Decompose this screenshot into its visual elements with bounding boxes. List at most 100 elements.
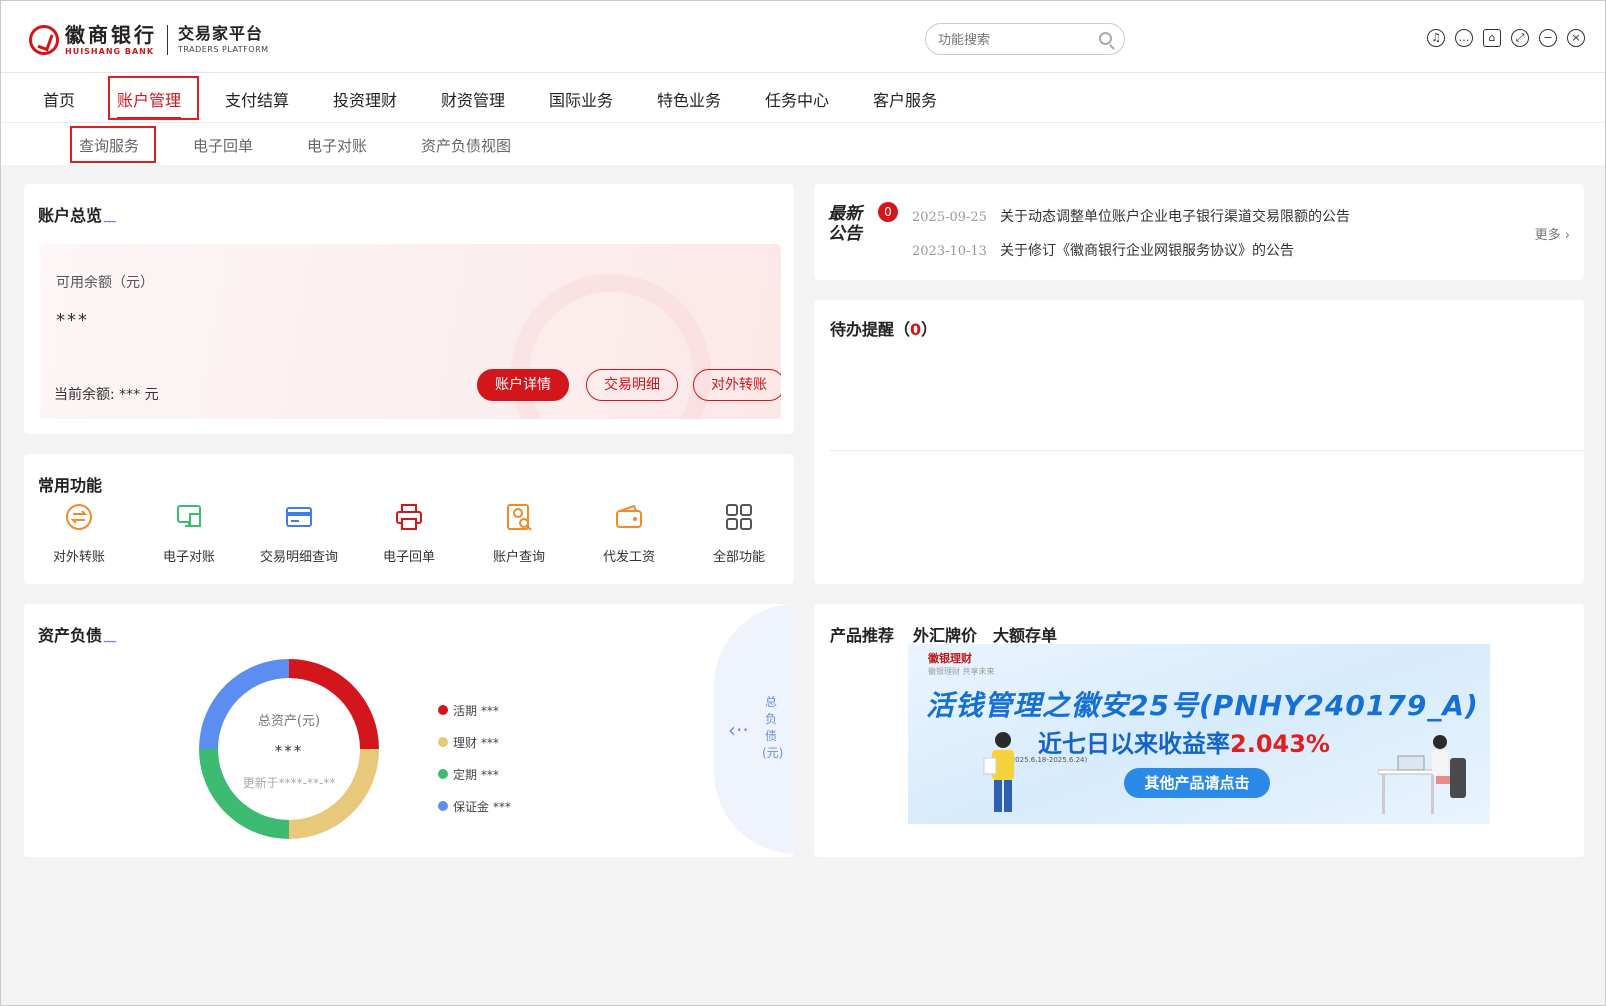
- account-detail-button[interactable]: 账户详情: [477, 369, 569, 401]
- announcement-date: 2025-09-25: [912, 210, 987, 225]
- expand-icon[interactable]: ⤢: [1511, 29, 1529, 47]
- todo-title-text: 待办提醒（: [830, 320, 911, 339]
- func-e-reconciliation[interactable]: 电子对账: [134, 502, 244, 565]
- nav-customer-service[interactable]: 客户服务: [873, 87, 937, 111]
- banner-brand-sub: 徽银理财 共享未来: [928, 667, 995, 676]
- announcement-date: 2023-10-13: [912, 244, 987, 259]
- donut-center: 总资产(元) *** 更新于****-**-**: [194, 654, 384, 844]
- banner-rate: 2.043%: [1230, 730, 1330, 758]
- nav-highlight-box: [108, 76, 199, 120]
- legend-label: 定期 ***: [453, 767, 499, 782]
- logo-divider: [167, 25, 168, 55]
- func-all-functions[interactable]: 全部功能: [684, 502, 794, 565]
- product-banner[interactable]: 徽银理财 徽银理财 共享未来 活钱管理之徽安25号(PNHY240179_A) …: [908, 644, 1490, 824]
- platform-name-en: TRADERS PLATFORM: [178, 45, 269, 54]
- grid-icon: [726, 504, 752, 530]
- headset-icon[interactable]: ♫: [1427, 29, 1445, 47]
- header: 徽商银行 HUISHANG BANK 交易家平台 TRADERS PLATFOR…: [1, 1, 1605, 73]
- transfer-icon: [66, 504, 92, 530]
- func-payroll[interactable]: 代发工资: [574, 502, 684, 565]
- chevron-left-icon[interactable]: ‹··: [728, 718, 749, 742]
- banner-subline-text: 近七日以来收益率: [1038, 730, 1230, 758]
- announcement-item[interactable]: 2025-09-25 关于动态调整单位账户企业电子银行渠道交易限额的公告: [912, 206, 1350, 226]
- wave-icon: ﹏: [104, 630, 117, 644]
- announcement-title: 关于动态调整单位账户企业电子银行渠道交易限额的公告: [1000, 209, 1350, 225]
- todo-card: 待办提醒（0）: [814, 300, 1584, 584]
- product-card: 产品推荐 外汇牌价 大额存单 徽银理财 徽银理财 共享未来 活钱管理之徽安25号…: [814, 604, 1584, 857]
- func-label: 代发工资: [602, 550, 655, 565]
- available-balance-value: ***: [56, 310, 89, 331]
- tab-product-recommend[interactable]: 产品推荐: [830, 622, 894, 646]
- nav-featured[interactable]: 特色业务: [657, 87, 721, 111]
- todo-title: 待办提醒（0）: [830, 316, 937, 340]
- search-icon[interactable]: [1099, 32, 1112, 45]
- func-external-transfer[interactable]: 对外转账: [24, 502, 134, 565]
- func-transaction-query[interactable]: 交易明细查询: [244, 502, 354, 565]
- app-window: 徽商银行 HUISHANG BANK 交易家平台 TRADERS PLATFOR…: [0, 0, 1606, 1006]
- nav-task-center[interactable]: 任务中心: [765, 87, 829, 111]
- wallet-icon: [616, 504, 642, 528]
- legend-label: 活期 ***: [453, 703, 499, 718]
- func-account-query[interactable]: 账户查询: [464, 502, 574, 565]
- nav-home[interactable]: 首页: [43, 87, 75, 111]
- function-search[interactable]: [925, 23, 1125, 55]
- reconcile-icon: [177, 505, 201, 527]
- nav-investment[interactable]: 投资理财: [333, 87, 397, 111]
- legend-wealth: 理财 ***: [438, 726, 511, 758]
- assets-liabilities-card: 资产负债 ﹏ 总资产(元) *** 更新于****-**-** 活期 *** 理财…: [24, 604, 794, 857]
- announcement-item[interactable]: 2023-10-13 关于修订《徽商银行企业网银服务协议》的公告: [912, 240, 1294, 260]
- announcement-card: 最新 公告 0 2025-09-25 关于动态调整单位账户企业电子银行渠道交易限额…: [814, 184, 1584, 280]
- announcement-badge: 最新 公告 0: [828, 202, 898, 258]
- subnav-e-receipt[interactable]: 电子回单: [193, 135, 253, 156]
- func-label: 交易明细查询: [259, 550, 338, 565]
- account-search-icon: [507, 504, 532, 531]
- more-link[interactable]: 更多 ›: [1535, 224, 1570, 243]
- current-balance: 当前余额: *** 元: [54, 387, 159, 403]
- updated-time: 更新于****-**-**: [242, 776, 336, 790]
- shirt-icon[interactable]: ⌂: [1483, 29, 1501, 47]
- person-illustration-icon: [983, 732, 1014, 812]
- legend-deposit: 保证金 ***: [438, 790, 511, 822]
- other-products-button[interactable]: 其他产品请点击: [1124, 768, 1270, 798]
- transaction-detail-button[interactable]: 交易明细: [586, 369, 678, 401]
- main-nav: 首页 账户管理 支付结算 投资理财 财资管理 国际业务 特色业务 任务中心 客户…: [1, 73, 1605, 123]
- tab-fx-rates[interactable]: 外汇牌价: [913, 622, 977, 646]
- close-icon[interactable]: ×: [1567, 29, 1585, 47]
- unread-count-badge: 0: [878, 202, 898, 222]
- banner-headline: 活钱管理之徽安25号(PNHY240179_A): [926, 689, 1479, 722]
- nav-payment[interactable]: 支付结算: [225, 87, 289, 111]
- func-label: 电子对账: [162, 550, 215, 565]
- liability-panel[interactable]: ‹·· 总负债(元): [714, 604, 794, 854]
- tab-large-cd[interactable]: 大额存单: [993, 622, 1057, 646]
- legend-dot: [438, 705, 448, 715]
- window-controls: ♫ … ⌂ ⤢ − ×: [1427, 29, 1585, 47]
- minimize-icon[interactable]: −: [1539, 29, 1557, 47]
- balance-panel: 可用余额（元） *** 当前余额: *** 元 账户详情 交易明细 对外转账: [40, 244, 781, 419]
- nav-treasury[interactable]: 财资管理: [441, 87, 505, 111]
- bank-name: 徽商银行: [65, 22, 157, 47]
- banner-brand: 徽银理财: [928, 652, 972, 665]
- total-assets-label: 总资产(元): [257, 714, 321, 729]
- nav-international[interactable]: 国际业务: [549, 87, 613, 111]
- office-illustration-icon: [1378, 735, 1466, 814]
- bank-logo: 徽商银行 HUISHANG BANK 交易家平台 TRADERS PLATFOR…: [29, 23, 269, 57]
- printer-icon: [396, 504, 422, 530]
- divider: [830, 450, 1584, 451]
- announcement-badge-line2: 公告: [828, 224, 862, 244]
- legend-fixed: 定期 ***: [438, 758, 511, 790]
- bank-name-en: HUISHANG BANK: [65, 46, 155, 56]
- subnav-balance-sheet-view[interactable]: 资产负债视图: [421, 135, 511, 156]
- assets-liabilities-title: 资产负债 ﹏: [38, 622, 116, 646]
- search-input[interactable]: [938, 30, 1098, 50]
- sub-nav: 查询服务 电子回单 电子对账 资产负债视图: [1, 123, 1605, 165]
- todo-count: 0: [910, 320, 922, 339]
- external-transfer-button[interactable]: 对外转账: [693, 369, 781, 401]
- announcement-title: 关于修订《徽商银行企业网银服务协议》的公告: [1000, 243, 1294, 259]
- more-icon[interactable]: …: [1455, 29, 1473, 47]
- func-label: 对外转账: [52, 550, 105, 565]
- chevron-right-icon: ›: [1564, 228, 1570, 243]
- func-e-receipt[interactable]: 电子回单: [354, 502, 464, 565]
- subnav-e-reconciliation[interactable]: 电子对账: [307, 135, 367, 156]
- func-label: 账户查询: [492, 550, 545, 565]
- more-link-text: 更多: [1534, 228, 1561, 243]
